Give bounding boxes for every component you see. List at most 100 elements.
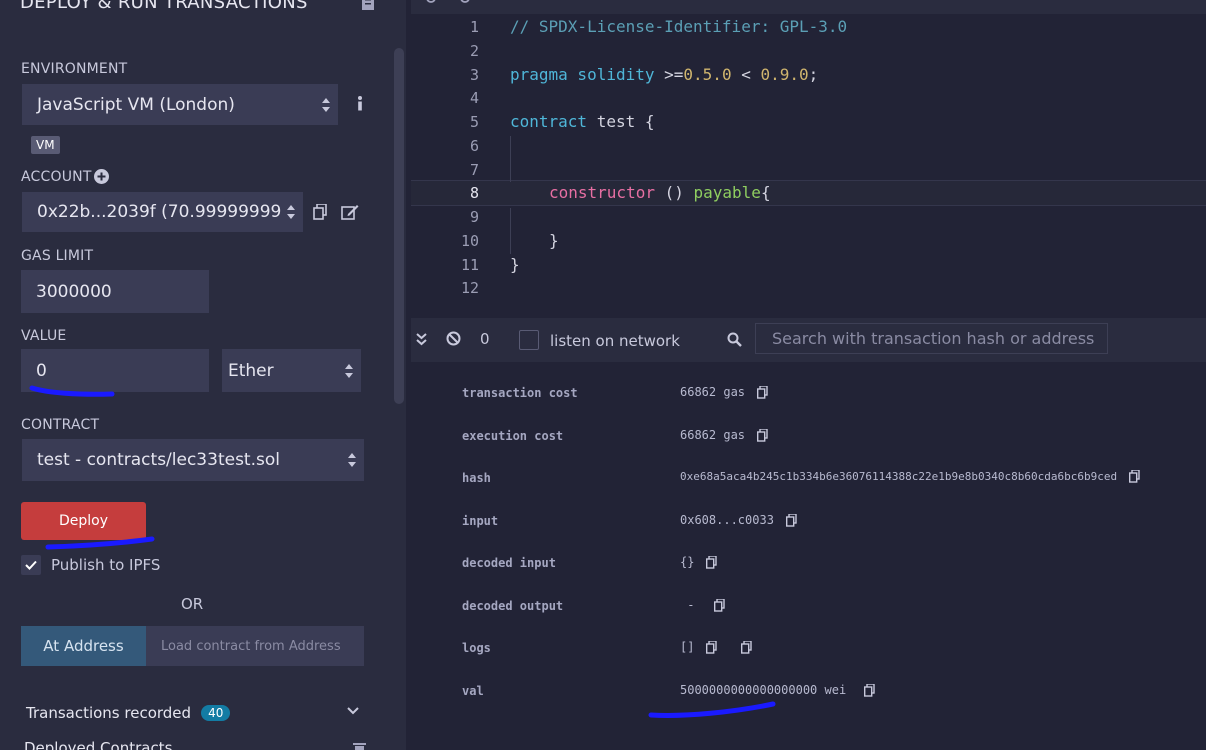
code-line-3: pragma solidity >=0.5.0 < 0.9.0;: [510, 65, 818, 84]
account-label: ACCOUNT: [21, 169, 92, 185]
trash-icon[interactable]: [353, 742, 366, 750]
line-number: 1: [469, 18, 479, 36]
select-arrows-icon: [348, 453, 356, 467]
account-select[interactable]: 0x22b...2039f (70.99999999: [22, 192, 303, 232]
copy-icon[interactable]: [757, 428, 768, 442]
blue-annotation-mark: [29, 385, 115, 397]
listen-network-label: listen on network: [550, 332, 680, 350]
unit-select[interactable]: Ether: [222, 349, 361, 392]
terminal-output: transaction cost 66862 gas execution cos…: [411, 362, 1206, 750]
code-token: ;: [808, 65, 819, 84]
code-token: contract: [510, 112, 588, 131]
checkmark-icon: [25, 560, 37, 570]
tx-detail-value: -: [680, 598, 725, 612]
publish-ipfs-checkbox[interactable]: [21, 555, 41, 575]
copy-icon[interactable]: [313, 204, 327, 220]
transactions-recorded-header[interactable]: Transactions recorded 40: [26, 704, 231, 722]
tx-detail-key: decoded input: [462, 556, 556, 570]
copy-icon[interactable]: [864, 683, 875, 697]
indent-guide: [510, 208, 511, 254]
gas-limit-input[interactable]: 3000000: [21, 270, 209, 313]
blue-annotation-mark: [45, 536, 155, 550]
chevron-down-icon[interactable]: [347, 707, 359, 715]
code-line-1: // SPDX-License-Identifier: GPL-3.0: [510, 17, 848, 36]
tx-detail-key: decoded output: [462, 599, 564, 613]
tx-detail-value: 0x608...c0033: [680, 513, 797, 527]
tx-detail-key: val: [462, 684, 484, 698]
environment-value: JavaScript VM (London): [37, 94, 235, 115]
copy-icon[interactable]: [1129, 470, 1140, 483]
info-icon[interactable]: [355, 95, 365, 111]
environment-select[interactable]: JavaScript VM (London): [22, 84, 338, 125]
listen-network-checkbox[interactable]: [519, 330, 539, 350]
account-value: 0x22b...2039f (70.99999999: [37, 202, 282, 222]
code-token: 0.9.0: [760, 65, 809, 84]
code-line-11: }: [510, 255, 520, 274]
add-account-icon[interactable]: [94, 169, 109, 184]
zoom-icon[interactable]: [459, 0, 473, 6]
code-token: constructor: [549, 183, 655, 202]
select-arrows-icon: [322, 97, 330, 112]
tx-value-text: -: [680, 598, 702, 612]
copy-icon[interactable]: [706, 555, 718, 569]
panel-title: DEPLOY & RUN TRANSACTIONS: [20, 0, 308, 13]
edit-icon[interactable]: [341, 204, 359, 220]
docs-icon[interactable]: [360, 0, 376, 12]
copy-icon[interactable]: [757, 385, 768, 399]
line-number: 8: [469, 184, 479, 202]
gas-limit-label: GAS LIMIT: [21, 248, 94, 264]
copy-icon[interactable]: [785, 513, 797, 527]
collapse-terminal-icon[interactable]: [416, 333, 427, 346]
deployed-contracts-label: Deployed Contracts: [24, 739, 173, 750]
contract-label: CONTRACT: [21, 417, 100, 433]
code-token: >=: [654, 65, 684, 84]
unit-value: Ether: [228, 360, 274, 381]
copy-icon[interactable]: [706, 640, 718, 654]
tx-detail-key: hash: [462, 471, 491, 485]
tx-detail-value: 5000000000000000000 wei: [680, 683, 875, 697]
select-arrows-icon: [287, 205, 295, 219]
at-address-button[interactable]: At Address: [21, 626, 146, 666]
environment-label: ENVIRONMENT: [21, 61, 128, 77]
line-number: 3: [469, 66, 479, 84]
tx-value-text: 0xe68a5aca4b245c1b334b6e36076114388c22e1…: [680, 470, 1118, 483]
blue-annotation-mark: [648, 701, 776, 718]
line-number: 12: [460, 279, 479, 297]
code-token: 0.5.0: [683, 65, 732, 84]
tx-value-text: 5000000000000000000 wei: [680, 683, 847, 697]
contract-select[interactable]: test - contracts/lec33test.sol: [22, 439, 364, 481]
editor-toolbar: [411, 0, 1206, 14]
tx-detail-value: {}: [680, 555, 718, 569]
code-line-8: constructor () payable{: [549, 183, 771, 202]
code-line-10: }: [549, 231, 559, 250]
tx-value-text: 66862 gas: [680, 428, 746, 442]
panel-scrollbar[interactable]: [394, 48, 404, 404]
search-icon[interactable]: [425, 0, 439, 6]
tx-value-text: {}: [680, 555, 695, 569]
tx-detail-value: []: [680, 640, 753, 654]
line-number: 5: [469, 113, 479, 131]
line-number: 4: [469, 89, 479, 107]
transaction-search-input[interactable]: Search with transaction hash or address: [755, 323, 1108, 354]
tx-value-text: 0x608...c0033: [680, 513, 774, 527]
line-number: 11: [460, 256, 479, 274]
or-label: OR: [181, 595, 204, 613]
terminal-toolbar: 0 listen on network Search with transact…: [411, 318, 1206, 362]
load-address-input[interactable]: Load contract from Address: [146, 626, 364, 666]
search-icon[interactable]: [727, 332, 742, 347]
indent-guide: [510, 136, 511, 182]
copy-icon[interactable]: [741, 640, 753, 654]
transactions-count-badge: 40: [201, 705, 231, 721]
code-editor[interactable]: 1 2 3 4 5 6 7 8 9 10 11 12 // SPDX-Licen…: [411, 0, 1206, 318]
tx-detail-key: transaction cost: [462, 386, 578, 400]
code-line-5: contract test {: [510, 112, 655, 131]
value-amount: 0: [36, 360, 47, 381]
gas-limit-value: 3000000: [36, 281, 112, 302]
contract-value: test - contracts/lec33test.sol: [37, 450, 280, 470]
copy-icon[interactable]: [713, 598, 725, 612]
pending-count: 0: [480, 330, 490, 348]
clear-console-icon[interactable]: [446, 331, 461, 346]
code-token: pragma solidity: [510, 65, 655, 84]
tx-value-text: 66862 gas: [680, 385, 746, 399]
tx-detail-key: execution cost: [462, 429, 564, 443]
